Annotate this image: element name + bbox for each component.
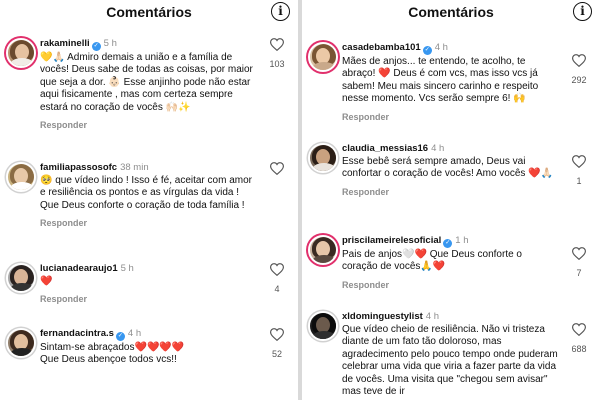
reply-button[interactable]: Responder bbox=[342, 187, 560, 197]
heart-icon[interactable] bbox=[572, 247, 586, 260]
comments-panel-left: Comentários i rakaminelli ✓ 5 h 💛🙏🏻 Admiro… bbox=[0, 0, 298, 400]
reply-button[interactable]: Responder bbox=[342, 280, 560, 290]
reply-button[interactable]: Responder bbox=[40, 120, 258, 130]
comment-meta: priscilameirelesoficial ✓ 1 h bbox=[342, 235, 560, 248]
like-count: 4 bbox=[274, 284, 280, 294]
comment-meta: fernandacintra.s ✓ 4 h bbox=[40, 328, 258, 341]
comment-time: 5 h bbox=[103, 38, 117, 49]
verified-icon: ✓ bbox=[422, 46, 432, 55]
heart-icon[interactable] bbox=[572, 155, 586, 168]
like-count: 1 bbox=[576, 176, 582, 186]
heart-icon[interactable] bbox=[572, 54, 586, 67]
info-icon[interactable]: i bbox=[573, 2, 592, 21]
comments-header: Comentários i bbox=[302, 0, 600, 24]
like-count: 52 bbox=[271, 349, 282, 359]
comment-username[interactable]: claudia_messias16 bbox=[342, 143, 428, 154]
like-count: 292 bbox=[571, 75, 587, 85]
comment-time: 5 h bbox=[120, 263, 134, 274]
like-control: 4 bbox=[266, 263, 288, 294]
comment-time: 4 h bbox=[425, 311, 439, 322]
comments-title: Comentários bbox=[106, 4, 192, 20]
like-control: 292 bbox=[568, 54, 590, 85]
comments-title: Comentários bbox=[408, 4, 494, 20]
comment-time: 38 min bbox=[120, 162, 149, 173]
heart-icon[interactable] bbox=[572, 323, 586, 336]
comment-time: 4 h bbox=[434, 42, 448, 53]
reply-button[interactable]: Responder bbox=[40, 218, 258, 228]
comment-meta: lucianadearaujo1 5 h bbox=[40, 263, 258, 275]
comment-meta: familiapassosofc 38 min bbox=[40, 162, 258, 174]
reply-button[interactable]: Responder bbox=[342, 112, 560, 122]
heart-icon[interactable] bbox=[270, 328, 284, 341]
avatar[interactable] bbox=[308, 143, 338, 173]
comment-meta: casadebamba101 ✓ 4 h bbox=[342, 42, 560, 55]
avatar[interactable] bbox=[308, 235, 338, 265]
like-control bbox=[266, 162, 288, 183]
avatar[interactable] bbox=[308, 311, 338, 341]
avatar[interactable] bbox=[6, 162, 36, 192]
avatar[interactable] bbox=[308, 42, 338, 72]
comment-meta: claudia_messias16 4 h bbox=[342, 143, 560, 155]
heart-icon[interactable] bbox=[270, 263, 284, 276]
like-control: 52 bbox=[266, 328, 288, 359]
comment-meta: xldominguestylist 4 h bbox=[342, 311, 560, 323]
comment-text: 🥺 que vídeo lindo ! Isso é fé, aceitar c… bbox=[40, 175, 252, 211]
like-control: 688 bbox=[568, 323, 590, 354]
comment-username[interactable]: xldominguestylist bbox=[342, 311, 423, 322]
avatar[interactable] bbox=[6, 263, 36, 293]
heart-icon[interactable] bbox=[270, 38, 284, 51]
comment-time: 1 h bbox=[455, 235, 469, 246]
like-count: 7 bbox=[576, 268, 582, 278]
avatar[interactable] bbox=[6, 38, 36, 68]
comment-time: 4 h bbox=[431, 143, 445, 154]
verified-icon: ✓ bbox=[443, 239, 453, 248]
comment-username[interactable]: lucianadearaujo1 bbox=[40, 263, 118, 274]
comment-username[interactable]: casadebamba101 bbox=[342, 42, 421, 53]
comment-text: 💛🙏🏻 Admiro demais a união e a família de… bbox=[40, 52, 253, 113]
comment-text: Mães de anjos... te entendo, te acolho, … bbox=[342, 56, 539, 105]
heart-icon[interactable] bbox=[270, 162, 284, 175]
verified-icon: ✓ bbox=[115, 332, 125, 341]
info-icon[interactable]: i bbox=[271, 2, 290, 21]
comment-username[interactable]: priscilameirelesoficial bbox=[342, 235, 441, 246]
comment-username[interactable]: fernandacintra.s bbox=[40, 328, 114, 339]
comment-username[interactable]: familiapassosofc bbox=[40, 162, 117, 173]
comment-time: 4 h bbox=[127, 328, 142, 339]
like-count: 688 bbox=[571, 344, 587, 354]
comment-username[interactable]: rakaminelli bbox=[40, 38, 90, 49]
like-control: 7 bbox=[568, 247, 590, 278]
comment-meta: rakaminelli ✓ 5 h bbox=[40, 38, 258, 51]
like-control: 1 bbox=[568, 155, 590, 186]
comments-panel-right: Comentários i casadebamba101 ✓ 4 h Mães de… bbox=[302, 0, 600, 400]
like-count: 103 bbox=[269, 59, 285, 69]
avatar[interactable] bbox=[6, 328, 36, 358]
comment-text: ❤️ bbox=[40, 276, 53, 287]
reply-button[interactable]: Responder bbox=[40, 294, 258, 304]
verified-icon: ✓ bbox=[91, 42, 101, 51]
comment-text: Esse bebê será sempre amado, Deus vai co… bbox=[342, 156, 554, 180]
comment-text: Pais de anjos🤍❤️ Que Deus conforte o cor… bbox=[342, 249, 522, 273]
comment-text: Sintam-se abraçados❤️❤️❤️❤️ Que Deus abe… bbox=[40, 342, 185, 366]
comments-header: Comentários i bbox=[0, 0, 298, 24]
comment-text: Que vídeo cheio de resiliência. Não vi t… bbox=[342, 324, 558, 398]
like-control: 103 bbox=[266, 38, 288, 69]
